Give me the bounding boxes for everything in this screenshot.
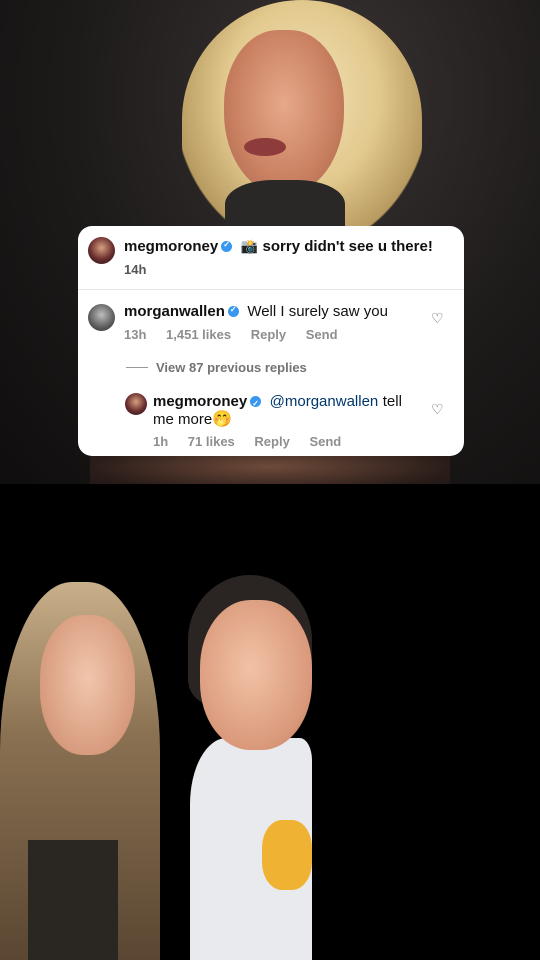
- comment-time: 13h: [124, 327, 147, 342]
- verified-badge-icon: [227, 305, 239, 318]
- lips-shape: [244, 138, 286, 156]
- verified-badge-icon: [250, 395, 262, 413]
- heart-outline-icon[interactable]: ♡: [431, 310, 444, 327]
- comment-thread-card: megmoroney 📸 sorry didn't see u there! 1…: [78, 226, 464, 456]
- send-button[interactable]: Send: [309, 434, 341, 449]
- likes-count[interactable]: 1,451 likes: [166, 327, 231, 342]
- heart-outline-icon[interactable]: ♡: [431, 401, 444, 418]
- view-previous-replies[interactable]: View 87 previous replies: [126, 359, 307, 377]
- avatar[interactable]: [88, 304, 115, 331]
- person-a-face: [40, 615, 135, 755]
- comment-text: sorry didn't see u there!: [262, 238, 433, 255]
- username[interactable]: megmoroney: [124, 238, 218, 255]
- face-shape: [224, 30, 344, 195]
- face-emoji: 🤭: [212, 411, 233, 428]
- person-a-top: [28, 840, 118, 960]
- verified-badge-icon: [221, 240, 233, 253]
- view-previous-label[interactable]: View 87 previous replies: [156, 360, 307, 375]
- avatar[interactable]: [88, 237, 115, 264]
- top-comment-body: megmoroney 📸 sorry didn't see u there! 1…: [124, 238, 454, 277]
- comment-text: Well I surely saw you: [247, 303, 388, 320]
- reply-1-body: morganwallen Well I surely saw you 13h 1…: [124, 303, 424, 342]
- divider: [78, 289, 464, 290]
- send-button[interactable]: Send: [306, 327, 338, 342]
- comment-time: 1h: [153, 434, 169, 449]
- divider-line: [126, 367, 148, 369]
- likes-count[interactable]: 71 likes: [188, 434, 235, 449]
- camera-emoji: 📸: [240, 238, 259, 254]
- username[interactable]: megmoroney: [153, 393, 247, 410]
- reply-button[interactable]: Reply: [251, 327, 286, 342]
- comment-time: 14h: [124, 262, 147, 277]
- person-b-face: [200, 600, 312, 750]
- reply-2-body: megmoroney @morganwallen tell me more🤭 1…: [153, 393, 408, 451]
- username[interactable]: morganwallen: [124, 303, 225, 320]
- reply-button[interactable]: Reply: [254, 434, 289, 449]
- mention-link[interactable]: @morganwallen: [270, 393, 379, 410]
- person-b-shirt-graphic: [262, 820, 312, 890]
- avatar[interactable]: [125, 393, 147, 415]
